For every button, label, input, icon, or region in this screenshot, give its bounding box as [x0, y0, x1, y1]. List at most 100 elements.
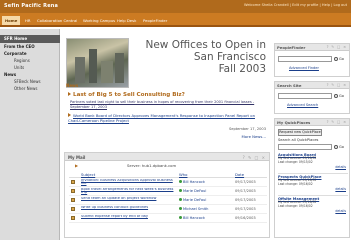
mail-date: 09/17/2003 — [235, 198, 256, 202]
column-header-who[interactable]: Who — [179, 172, 187, 177]
main-tab-bar: Home HR Collaboration Central Working Ca… — [0, 13, 351, 27]
mail-subject[interactable]: Send team an update on project workflow — [81, 197, 177, 205]
news-headline-1[interactable]: Last of Big 5 to Sell Consulting Biz? — [68, 92, 185, 98]
quickplaces-portlet: My QuickPlaces ? ✎ □ × Request new Quick… — [274, 118, 350, 238]
user-links[interactable]: Welcome Sheila Crandell | Edit my profil… — [244, 3, 347, 7]
column-header-subject[interactable]: Subject — [81, 172, 95, 177]
portlet-title: My QuickPlaces — [277, 120, 311, 125]
envelope-icon — [71, 198, 75, 202]
mail-sender[interactable]: Bill Hancock — [179, 180, 205, 184]
go-label[interactable]: Go — [339, 145, 344, 149]
go-button[interactable]: Go — [334, 57, 344, 61]
table-row[interactable]: Submit expense report by end of day Bill… — [69, 214, 267, 223]
mail-subject[interactable]: Invitation: Business Acquisitions Approv… — [81, 179, 177, 187]
my-mail-portlet: My Mail ? ✎ □ × ▶ Server: hub1.dpbank.co… — [64, 152, 270, 238]
mail-table-header: Subject Who Date — [69, 171, 267, 178]
right-column: PeopleFinder ? ✎ □ × Go Advanced Finder … — [274, 29, 350, 240]
presence-icon — [179, 216, 182, 219]
list-item: Acquisitions Board My last access: 09/16… — [278, 153, 348, 169]
play-icon[interactable]: ▶ — [75, 163, 78, 168]
tab-hr[interactable]: HR — [22, 16, 34, 25]
table-row[interactable]: Send team an update on project workflow … — [69, 196, 267, 205]
presence-icon — [179, 189, 182, 192]
portlet-controls[interactable]: ? ✎ □ × — [327, 45, 347, 49]
presence-icon — [179, 198, 182, 201]
tab-peoplefinder[interactable]: PeopleFinder — [140, 16, 170, 25]
sender-name[interactable]: Bill Hancock — [183, 180, 205, 184]
tab-working-campus[interactable]: Working Campus — [80, 16, 118, 25]
column-header-date[interactable]: Date — [235, 172, 244, 177]
portlet-controls[interactable]: ? ✎ □ × — [327, 83, 347, 87]
main-content: New Offices to Open in San Francisco Fal… — [62, 29, 272, 240]
portlet-header: Search Site ? ✎ □ × — [275, 82, 349, 89]
sender-name[interactable]: Marie DeFaul — [183, 198, 206, 202]
portlet-header: My QuickPlaces ? ✎ □ × — [275, 119, 349, 126]
mail-subject[interactable]: Write up business conduct guidelines — [81, 206, 177, 214]
tab-help-desk[interactable]: Help Desk — [114, 16, 139, 25]
portlet-controls[interactable]: ? ✎ □ × — [327, 120, 347, 124]
portlet-controls[interactable]: ? ✎ □ × — [243, 155, 266, 160]
mail-sender[interactable]: Marie DeFaul — [179, 198, 206, 202]
go-label[interactable]: Go — [339, 57, 344, 61]
details-link[interactable]: details — [278, 187, 348, 191]
list-item: Offsite Management My last access: 09/16… — [278, 197, 348, 213]
table-row[interactable]: Book travel arrangements for next week's… — [69, 187, 267, 196]
advanced-finder-link[interactable]: Advanced Finder — [289, 66, 319, 70]
tab-home[interactable]: Home — [2, 16, 21, 25]
search-all-label: Search all QuickPlaces — [278, 138, 319, 142]
more-news-link[interactable]: More News... — [242, 134, 267, 139]
arrow-icon — [68, 113, 71, 117]
mail-subject[interactable]: Submit expense report by end of day — [81, 215, 177, 223]
peoplefinder-portlet: PeopleFinder ? ✎ □ × Go Advanced Finder — [274, 43, 350, 77]
list-item: Prospects QuickPlace My last access: 09/… — [278, 175, 348, 191]
search-site-input[interactable] — [278, 93, 332, 99]
mail-sender[interactable]: Michael Smith — [179, 207, 208, 211]
request-quickplace-button[interactable]: Request new QuickPlace — [278, 129, 322, 136]
envelope-icon — [71, 216, 75, 220]
portlet-header: My Mail ? ✎ □ × — [65, 153, 269, 161]
details-link[interactable]: details — [278, 165, 348, 169]
quickplaces-search-input[interactable] — [278, 144, 332, 150]
nav-item-other-news[interactable]: Other News — [0, 85, 60, 93]
news-headline-2[interactable]: World Bank Board of Directors Approves M… — [68, 113, 264, 123]
mail-date: 09/17/2003 — [235, 180, 256, 184]
mail-sender[interactable]: Marie DeFaul — [179, 189, 206, 193]
mail-date: 09/17/2003 — [235, 189, 256, 193]
search-icon — [334, 145, 338, 149]
advanced-search-link[interactable]: Advanced Search — [287, 103, 318, 107]
envelope-icon — [71, 207, 75, 211]
sender-name[interactable]: Bill Hancock — [183, 216, 205, 220]
news-headline-text[interactable]: World Bank Board of Directors Approves M… — [68, 113, 255, 123]
presence-icon — [179, 207, 182, 210]
sender-name[interactable]: Michael Smith — [183, 207, 208, 211]
search-icon — [334, 94, 338, 98]
portlet-header: PeopleFinder ? ✎ □ × — [275, 44, 349, 51]
news-headline-text[interactable]: Last of Big 5 to Sell Consulting Biz? — [73, 92, 185, 98]
table-row[interactable]: Write up business conduct guidelines Mic… — [69, 205, 267, 214]
left-navigation: SFR Home From the CEO Corporate Regions … — [0, 29, 60, 240]
details-link[interactable]: details — [278, 209, 348, 213]
tab-collaboration-central[interactable]: Collaboration Central — [34, 16, 80, 25]
hero-title-line: Fall 2003 — [218, 63, 266, 75]
go-button[interactable]: Go — [334, 94, 344, 98]
go-button[interactable]: Go — [334, 145, 344, 149]
table-row[interactable]: Invitation: Business Acquisitions Approv… — [69, 178, 267, 187]
go-label[interactable]: Go — [339, 94, 344, 98]
company-logo: Sefin Pacific Rena — [4, 3, 59, 9]
news-date: September 17, 2003 — [228, 127, 266, 131]
arrow-icon — [68, 92, 71, 96]
sender-name[interactable]: Marie DeFaul — [183, 189, 206, 193]
mail-server-label: Server: hub1.dpbank.com — [127, 163, 177, 168]
top-banner: Sefin Pacific Rena Welcome Sheila Crande… — [0, 0, 351, 13]
hero-image — [66, 38, 129, 88]
peoplefinder-input[interactable] — [278, 56, 332, 62]
news-summary-1[interactable]: Partners voted last night to sell their … — [70, 100, 266, 109]
hero-title-line: New Offices to Open in — [145, 39, 266, 51]
mail-date: 09/17/2003 — [235, 207, 256, 211]
portlet-title: My Mail — [68, 154, 86, 160]
hero-title-line: San Francisco — [193, 51, 266, 63]
mail-sender[interactable]: Bill Hancock — [179, 216, 205, 220]
mail-subject[interactable]: Book travel arrangements for next week's… — [81, 188, 177, 196]
nav-section-home[interactable]: SFR Home — [0, 35, 60, 43]
portlet-title: PeopleFinder — [277, 45, 306, 50]
